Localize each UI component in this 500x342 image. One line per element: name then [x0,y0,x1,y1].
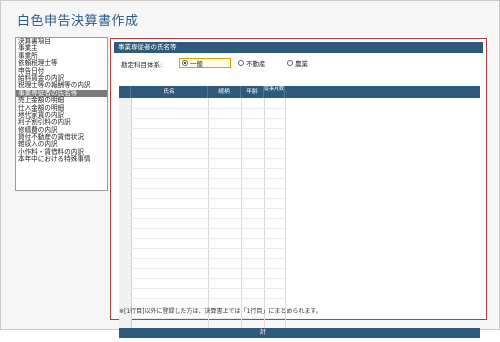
panel-header: 事業専従者の氏名等 [114,42,483,53]
table-row-divider [131,268,285,269]
table-row-divider [131,318,285,319]
table-row-divider [131,278,285,279]
radio-option-agriculture[interactable]: 農業 [287,58,308,68]
window-frame: 白色申告決算書作成 決算書項目 事業主 事業所 依頼税理士等 申告日付 給料賃金の内訳 税理… [0,0,500,338]
section-list[interactable]: 決算書項目 事業主 事業所 依頼税理士等 申告日付 給料賃金の内訳 税理士等の報酬等の内訳事… [15,37,108,191]
row-number-header [119,86,131,98]
radio-option-label: 不動産 [246,60,266,68]
table-row-divider [131,248,285,249]
category-selector: 勘定科目体系: 一般 不動産 農業 [111,57,486,69]
table-row-divider [131,218,285,219]
table-row-divider [131,158,285,159]
table-row-divider [131,208,285,209]
radio-dot-icon [238,60,244,66]
table-row-divider [131,128,285,129]
column-header-blank [285,86,480,98]
table-row-divider [131,178,285,179]
column-divider [285,98,286,338]
detail-panel: 事業専従者の氏名等 勘定科目体系: 一般 不動産 農業 氏名 続柄 年齢 従事月… [110,38,487,338]
table-row-divider [131,118,285,119]
column-header-months: 従事月数 [264,86,285,98]
table-row-divider [131,258,285,259]
table-row-divider [131,298,285,299]
column-header-relation: 続柄 [208,86,241,98]
column-header-name: 氏名 [131,86,208,98]
table-row-divider [131,228,285,229]
category-label: 勘定科目体系: [121,61,163,69]
radio-dot-icon [287,60,293,66]
table-row-divider [131,108,285,109]
table-row-divider [131,238,285,239]
radio-option-label: 一般 [190,60,203,68]
table-header: 氏名 続柄 年齢 従事月数 [119,86,480,98]
table-row-divider [131,168,285,169]
table-row-divider [131,188,285,189]
nav-item[interactable]: 本年中における特殊事情 [16,155,107,163]
footnote: ※[1行目]以外に登録した方は、決算書上では「1行目」にまとめられます。 [119,308,322,315]
radio-option-real-estate[interactable]: 不動産 [238,58,266,68]
radio-option-general[interactable]: 一般 [179,58,231,68]
page-title: 白色申告決算書作成 [17,14,139,29]
table-row-divider [131,198,285,199]
table-row-divider [131,138,285,139]
column-header-age: 年齢 [241,86,264,98]
table-row-divider [131,148,285,149]
radio-dot-icon [182,60,188,66]
employee-table: 氏名 続柄 年齢 従事月数 計 [119,86,480,338]
table-row-divider [131,288,285,289]
radio-option-label: 農業 [295,60,308,68]
